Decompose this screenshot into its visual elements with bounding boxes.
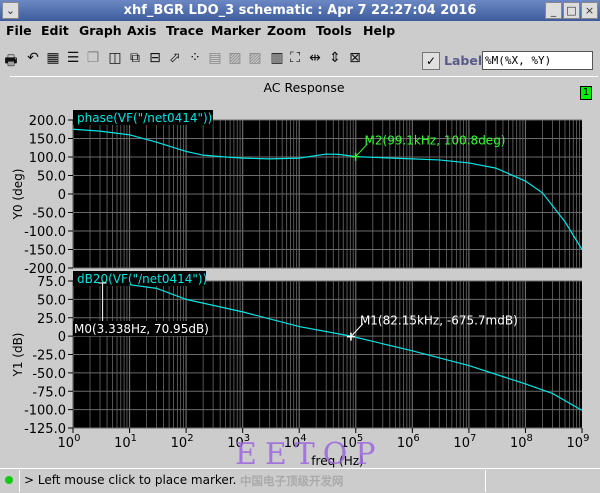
y-tick-label: -25.0 (32, 349, 66, 364)
y-tick-label: 75.0 (37, 275, 66, 290)
x-tick-label: 109 (567, 433, 590, 451)
trace-label[interactable]: dB20(VF("/net0414")) (77, 272, 207, 286)
status-led-icon (5, 476, 13, 484)
x-tick-label: 107 (453, 433, 476, 451)
x-tick-label: 101 (114, 433, 137, 451)
y-tick-label: 0 (58, 188, 66, 203)
y-tick-label: 100.0 (29, 151, 66, 166)
watermark-logo: EETOP (235, 437, 384, 472)
marker-label-m1[interactable]: M1(82.15kHz, -675.7mdB) (360, 314, 518, 328)
x-tick-label: 102 (171, 433, 194, 451)
x-tick-label: 106 (397, 433, 420, 451)
plot-area[interactable]: 200.0150.0100.050.00-50.0-100.0-150.0-20… (0, 0, 600, 493)
marker-label-m0[interactable]: M0(3.338Hz, 70.95dB) (74, 322, 209, 336)
y-axis-label: Y0 (deg) (11, 169, 25, 221)
marker-label-m2[interactable]: M2(99.1kHz, 100.8deg) (365, 134, 506, 148)
y-tick-label: -125.0 (24, 422, 66, 437)
y-tick-label: 200.0 (29, 114, 66, 129)
y-tick-label: -100.0 (24, 225, 66, 240)
y-tick-label: 150.0 (29, 133, 66, 148)
y-axis-label: Y1 (dB) (11, 333, 25, 378)
x-tick-label: 100 (58, 433, 81, 451)
y-tick-label: 0 (58, 330, 66, 345)
y-tick-label: 50.0 (37, 293, 66, 308)
x-tick-label: 108 (510, 433, 533, 451)
status-message: > Left mouse click to place marker. (24, 473, 237, 487)
y-tick-label: -75.0 (32, 385, 66, 400)
y-tick-label: -100.0 (24, 404, 66, 419)
y-tick-label: -50.0 (32, 207, 66, 222)
y-tick-label: 50.0 (37, 170, 66, 185)
y-tick-label: 25.0 (37, 312, 66, 327)
y-tick-label: -50.0 (32, 367, 66, 382)
watermark-subtitle: 中国电子顶级开发网 (240, 474, 344, 488)
trace-label[interactable]: phase(VF("/net0414")) (77, 111, 212, 125)
y-tick-label: -150.0 (24, 244, 66, 259)
